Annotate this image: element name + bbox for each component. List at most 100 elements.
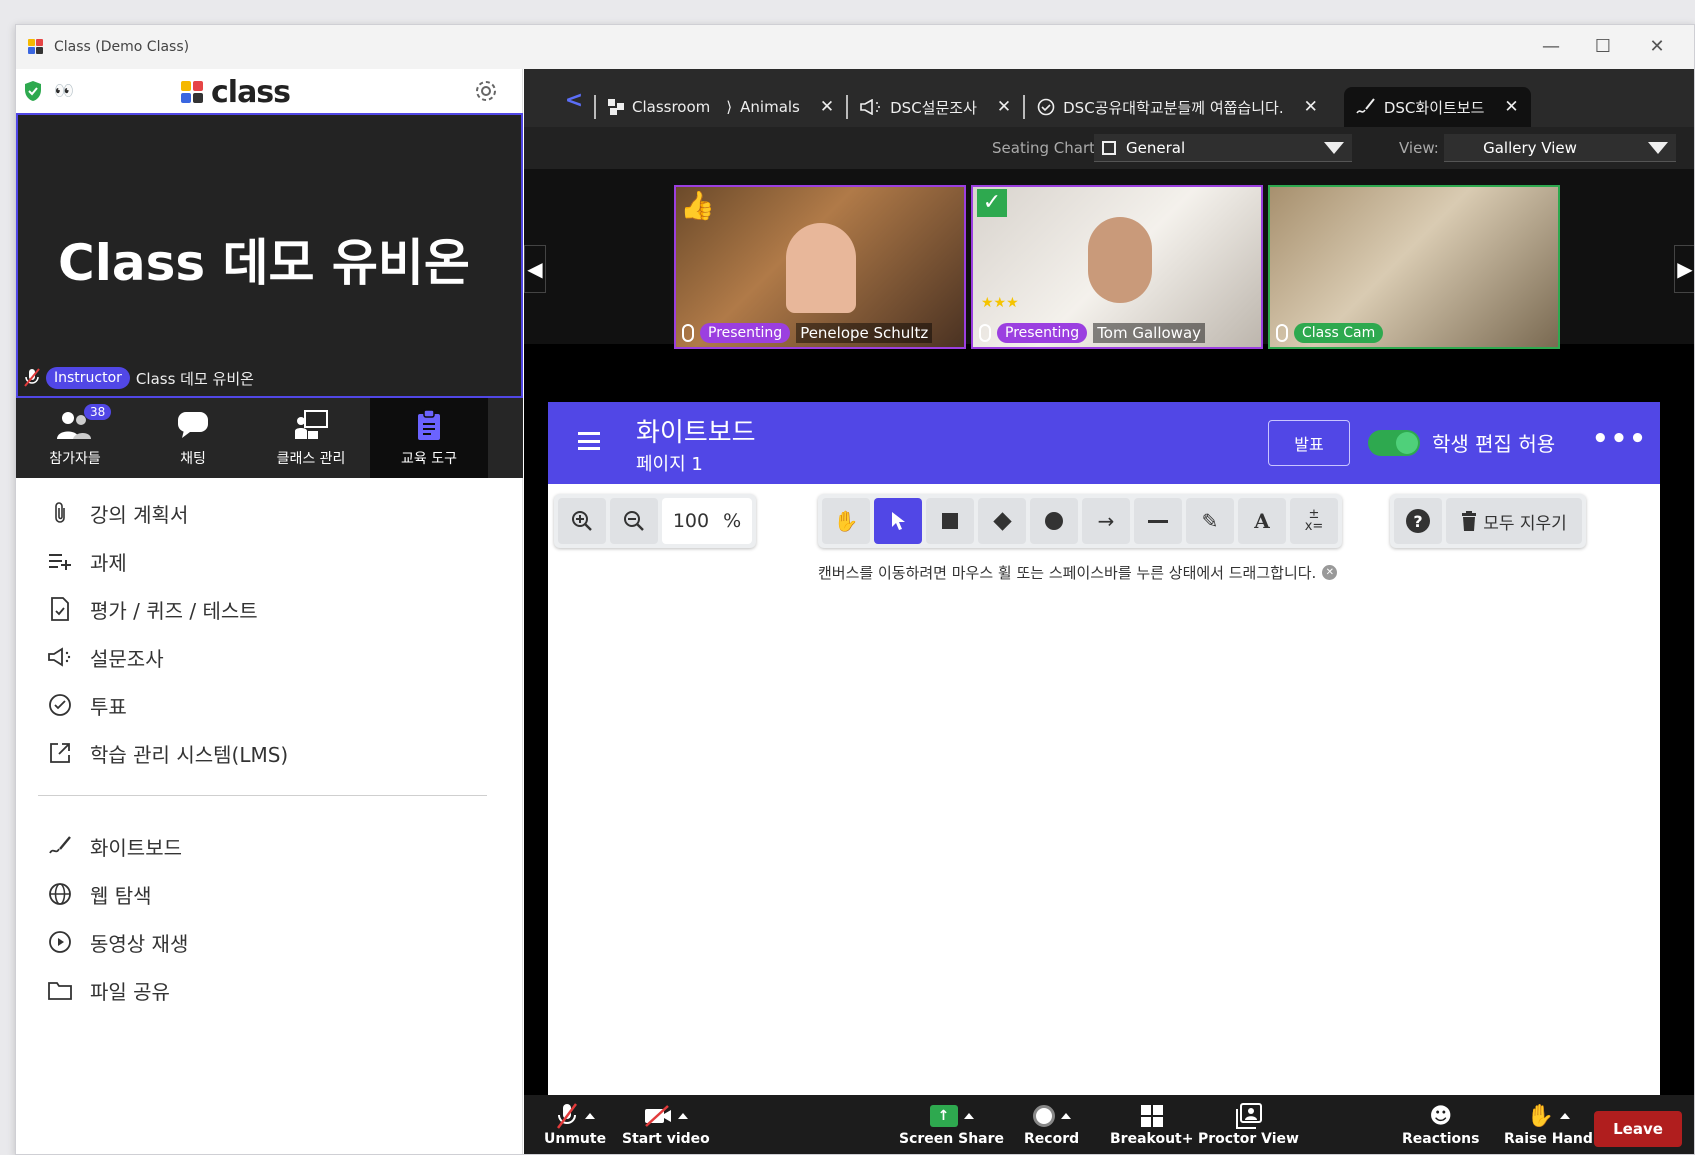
menu-lms[interactable]: 학습 관리 시스템(LMS) <box>16 729 523 777</box>
select-tool-button[interactable] <box>874 498 922 544</box>
reactions-button[interactable]: ☻ Reactions <box>1402 1101 1479 1148</box>
chevron-up-icon[interactable] <box>963 1113 974 1119</box>
line-icon <box>1148 519 1168 523</box>
gallery-next-button[interactable]: ▶ <box>1674 245 1694 293</box>
tab-whiteboard[interactable]: DSC화이트보드 ✕ <box>1343 87 1531 127</box>
minimize-icon[interactable]: — <box>1536 33 1566 61</box>
class-cam-video[interactable]: Class Cam <box>1268 185 1560 349</box>
proctor-icon <box>1235 1103 1262 1129</box>
maximize-icon[interactable]: ☐ <box>1588 33 1618 61</box>
hamburger-menu-icon[interactable] <box>578 432 600 450</box>
instructor-label: Instructor Class 데모 유비온 <box>24 367 254 389</box>
nav-participants-label: 참가자들 <box>49 451 101 467</box>
tab-classroom[interactable]: Classroom ⟩ Animals ✕ <box>596 87 846 127</box>
cam-label: Presenting Penelope Schultz <box>682 323 933 343</box>
dismiss-hint-icon[interactable]: ✕ <box>1322 565 1338 580</box>
tab-close-icon[interactable]: ✕ <box>1304 97 1318 117</box>
menu-whiteboard[interactable]: 화이트보드 <box>16 822 523 870</box>
brand-logo: class <box>181 75 291 110</box>
nav-participants[interactable]: 38 참가자들 <box>16 398 134 478</box>
menu-video-play-label: 동영상 재생 <box>90 931 189 956</box>
gallery-prev-button[interactable]: ◀ <box>524 245 546 293</box>
record-button[interactable]: Record <box>1024 1101 1079 1147</box>
canvas-hint: 캔버스를 이동하려면 마우스 휠 또는 스페이스바를 누른 상태에서 드래그합니… <box>818 562 1338 583</box>
tab-close-icon[interactable]: ✕ <box>1504 97 1518 117</box>
chevron-up-icon[interactable] <box>1560 1113 1571 1119</box>
screen-share-label: Screen Share <box>899 1131 1005 1147</box>
nav-chat[interactable]: 채팅 <box>134 398 252 478</box>
tab-back-button[interactable]: < <box>554 88 594 113</box>
hand-tool-button[interactable]: ✋ <box>822 498 870 544</box>
nav-chat-label: 채팅 <box>180 451 206 467</box>
start-video-button[interactable]: Start video <box>622 1101 710 1147</box>
record-label: Record <box>1024 1131 1080 1147</box>
circle-tool-button[interactable] <box>1030 498 1078 544</box>
breakout-button[interactable]: Breakout+ <box>1110 1101 1193 1147</box>
formula-tool-button[interactable]: ± x= <box>1290 498 1338 544</box>
globe-icon <box>46 880 74 908</box>
diamond-tool-button[interactable] <box>978 498 1026 544</box>
menu-syllabus[interactable]: 강의 계획서 <box>16 489 523 537</box>
gear-icon[interactable] <box>474 79 498 103</box>
menu-quiz-label: 평가 / 퀴즈 / 테스트 <box>90 598 258 623</box>
tab-survey[interactable]: DSC설문조사 ✕ <box>848 87 1023 127</box>
clear-all-button[interactable]: 모두 지우기 <box>1446 498 1582 544</box>
more-options-icon[interactable]: ••• <box>1592 424 1648 454</box>
menu-assignment[interactable]: 과제 <box>16 537 523 585</box>
chevron-up-icon[interactable] <box>1060 1113 1071 1119</box>
zoom-level-input[interactable]: 100 % <box>662 498 752 544</box>
unmute-button[interactable]: Unmute <box>544 1101 606 1147</box>
pen-tool-button[interactable]: ✎ <box>1186 498 1234 544</box>
seating-chart-select[interactable]: General <box>1094 134 1352 162</box>
chevron-up-icon[interactable] <box>585 1113 596 1119</box>
zoom-toolbox: 100 % <box>554 494 756 548</box>
tab-animals-label[interactable]: Animals <box>740 98 800 116</box>
nav-edu-tools[interactable]: 교육 도구 <box>370 398 488 478</box>
view-value: Gallery View <box>1483 138 1577 157</box>
menu-video-play[interactable]: 동영상 재생 <box>16 918 523 966</box>
tab-whiteboard-label: DSC화이트보드 <box>1383 98 1485 117</box>
whiteboard[interactable]: 화이트보드 페이지 1 발표 학생 편집 허용 ••• 100 % ✋ → ✎ … <box>548 402 1660 1096</box>
arrow-tool-button[interactable]: → <box>1082 498 1130 544</box>
line-tool-button[interactable] <box>1134 498 1182 544</box>
menu-lms-label: 학습 관리 시스템(LMS) <box>90 742 289 767</box>
list-add-icon <box>46 547 74 575</box>
participant-video-penelope[interactable]: 👍 Presenting Penelope Schultz <box>674 185 966 349</box>
rectangle-tool-button[interactable] <box>926 498 974 544</box>
raise-hand-button[interactable]: ✋ Raise Hand <box>1504 1101 1593 1148</box>
participant-video-tom[interactable]: ✓ ★★★ Presenting Tom Galloway <box>971 185 1263 349</box>
screen-share-button[interactable]: ↑ Screen Share <box>899 1101 1004 1147</box>
menu-web-browse[interactable]: 웹 탐색 <box>16 870 523 918</box>
close-window-icon[interactable]: ✕ <box>1642 33 1672 61</box>
zoom-in-button[interactable] <box>558 498 606 544</box>
menu-survey[interactable]: 설문조사 <box>16 633 523 681</box>
menu-file-share[interactable]: 파일 공유 <box>16 966 523 1014</box>
external-link-icon <box>46 739 74 767</box>
leave-button[interactable]: Leave <box>1594 1111 1682 1147</box>
menu-vote[interactable]: 투표 <box>16 681 523 729</box>
hand-icon: ✋ <box>833 509 859 533</box>
present-button[interactable]: 발표 <box>1268 420 1350 466</box>
brand-name: class <box>211 75 291 110</box>
text-tool-button[interactable]: A <box>1238 498 1286 544</box>
nav-class-manage[interactable]: 클래스 관리 <box>252 398 370 478</box>
edu-tools-menu: 강의 계획서 과제 평가 / 퀴즈 / 테스트 설문조사 투표 학습 관리 시스… <box>16 489 523 1014</box>
menu-quiz[interactable]: 평가 / 퀴즈 / 테스트 <box>16 585 523 633</box>
zoom-out-button[interactable] <box>610 498 658 544</box>
participants-count-badge: 38 <box>84 404 112 420</box>
seating-chart-value: General <box>1126 138 1186 157</box>
megaphone-icon <box>860 99 881 115</box>
tab-vote-label: DSC공유대학교분들께 여쭙습니다. <box>1063 98 1284 117</box>
student-edit-toggle[interactable] <box>1368 430 1420 456</box>
proctor-view-button[interactable]: Proctor View <box>1198 1101 1299 1147</box>
help-button[interactable]: ? <box>1394 498 1442 544</box>
instructor-video[interactable]: Class 데모 유비온 Instructor Class 데모 유비온 <box>16 113 523 398</box>
menu-syllabus-label: 강의 계획서 <box>90 502 189 527</box>
chevron-up-icon[interactable] <box>677 1113 688 1119</box>
tab-vote[interactable]: DSC공유대학교분들께 여쭙습니다. ✕ <box>1025 87 1330 127</box>
seating-bar: Seating Chart: General View: Gallery Vie… <box>524 127 1694 169</box>
nav-class-manage-label: 클래스 관리 <box>276 451 346 467</box>
tab-close-icon[interactable]: ✕ <box>997 97 1011 117</box>
view-select[interactable]: Gallery View <box>1444 134 1676 162</box>
tab-close-icon[interactable]: ✕ <box>820 97 834 117</box>
